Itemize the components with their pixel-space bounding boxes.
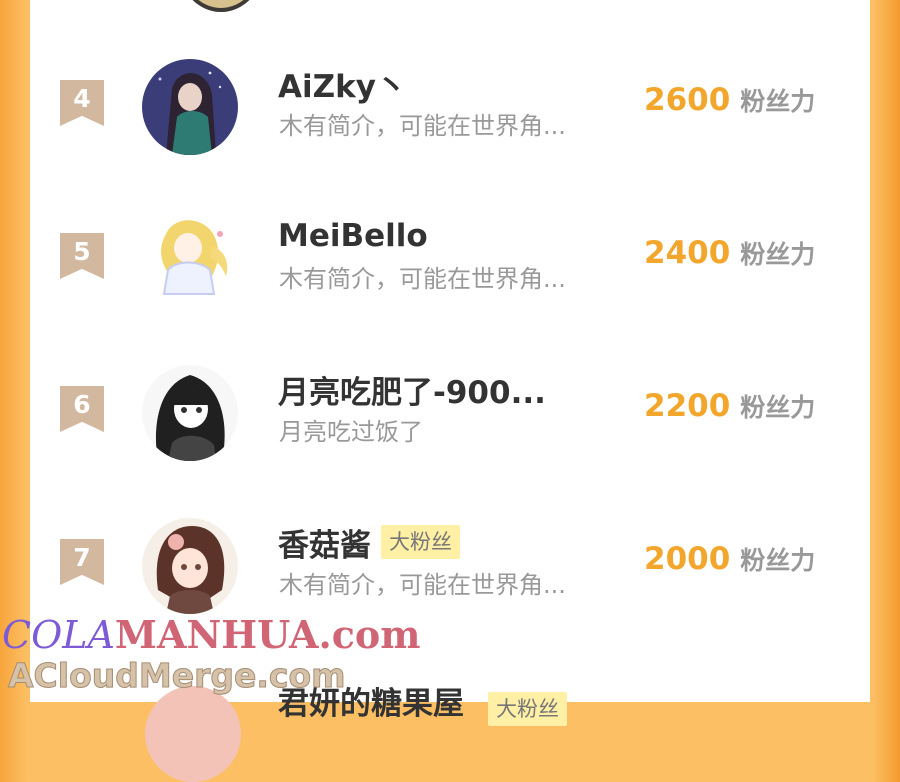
user-name-line: AiZky丶 (278, 61, 407, 105)
fan-power-unit: 粉丝力 (740, 87, 816, 116)
fan-power-value: 2400 (644, 235, 731, 271)
user-name-line: MeiBello (278, 214, 428, 258)
fan-power-unit: 粉丝力 (740, 393, 816, 422)
rank-badge: 6 (60, 386, 104, 432)
fan-power-unit: 粉丝力 (740, 240, 816, 269)
ranking-row[interactable]: 4 AiZky丶 木有简介，可能在世界角... 2600 粉丝力 (30, 55, 870, 175)
fan-power: 2600 粉丝力 (644, 82, 815, 118)
fan-badge: 大粉丝 (381, 525, 460, 559)
watermark-manhua: MANHUA.com (114, 612, 421, 657)
user-name: 月亮吃肥了-900... (278, 374, 546, 411)
fan-power-value: 2000 (644, 541, 731, 577)
rank-number: 5 (73, 237, 91, 266)
user-name-line: 香菇酱 大粉丝 (278, 520, 460, 564)
watermark-line-2: ACloudMerge.com (8, 656, 347, 696)
fan-power: 2400 粉丝力 (644, 235, 815, 271)
ranking-row[interactable]: 5 MeiBello 木有简介，可能在世界角... 2400 粉丝力 (30, 208, 870, 328)
avatar-partial-top[interactable] (178, 0, 264, 12)
user-description: 木有简介，可能在世界角... (279, 571, 566, 599)
user-description: 木有简介，可能在世界角... (279, 265, 566, 293)
rank-badge: 4 (60, 80, 104, 126)
watermark-line-1: COLAMANHUA.com (2, 612, 420, 658)
rank-number: 6 (73, 390, 91, 419)
ranking-panel: 4 AiZky丶 木有简介，可能在世界角... 2600 粉丝力 5 MeiBe… (30, 0, 870, 702)
user-name: AiZky丶 (278, 68, 407, 105)
rank-badge: 5 (60, 233, 104, 279)
user-name: MeiBello (278, 218, 428, 254)
avatar[interactable] (142, 212, 238, 308)
watermark-cola: COLA (2, 613, 115, 657)
user-name: 香菇酱 (278, 527, 371, 564)
rank-number: 4 (73, 84, 91, 113)
fan-power-value: 2200 (644, 388, 731, 424)
fan-power: 2200 粉丝力 (644, 388, 815, 424)
fan-power-unit: 粉丝力 (740, 546, 816, 575)
user-description: 木有简介，可能在世界角... (279, 112, 566, 140)
fan-power: 2000 粉丝力 (644, 541, 815, 577)
avatar[interactable] (142, 59, 238, 155)
ranking-row[interactable]: 6 月亮吃肥了-900... 月亮吃过饭了 2200 粉丝力 (30, 361, 870, 481)
fan-badge: 大粉丝 (488, 692, 567, 726)
rank-number: 7 (73, 543, 91, 572)
user-name-line: 月亮吃肥了-900... (278, 367, 546, 411)
user-description: 月亮吃过饭了 (279, 418, 423, 446)
avatar[interactable] (142, 518, 238, 614)
watermark: COLAMANHUA.com ACloudMerge.com (0, 607, 450, 702)
rank-badge: 7 (60, 539, 104, 585)
fan-power-value: 2600 (644, 82, 731, 118)
avatar[interactable] (142, 365, 238, 461)
